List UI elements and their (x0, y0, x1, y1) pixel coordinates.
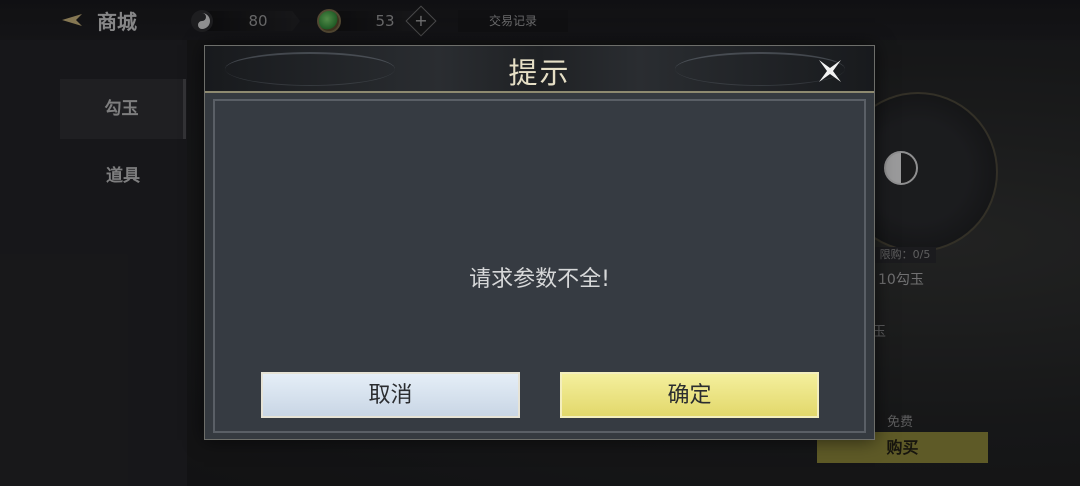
confirm-button-label: 确定 (667, 383, 712, 408)
cancel-button-label: 取消 (368, 383, 413, 408)
dialog-header: 提示 (205, 46, 874, 93)
dialog-message: 请求参数不全! (469, 267, 610, 292)
close-icon[interactable] (815, 56, 845, 86)
dialog-title: 提示 (508, 56, 571, 90)
confirm-button[interactable]: 确定 (560, 372, 819, 418)
cancel-button[interactable]: 取消 (261, 372, 520, 418)
prompt-dialog: 提示 请求参数不全! 取消 确定 (204, 45, 875, 440)
